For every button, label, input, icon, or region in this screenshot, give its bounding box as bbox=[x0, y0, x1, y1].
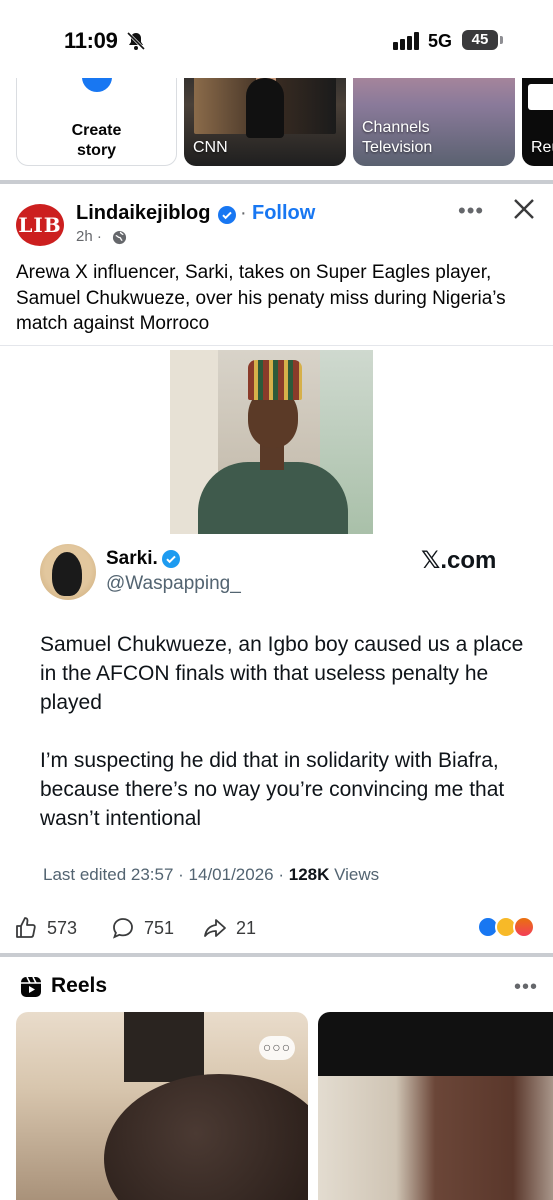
post-more-button[interactable]: ••• bbox=[458, 198, 484, 224]
tweet-timestamp: Last edited 23:57 · 14/01/2026 · bbox=[43, 865, 289, 884]
reel-thumbnail-subject bbox=[104, 1074, 308, 1200]
photo-person-cap bbox=[248, 360, 302, 400]
post-time: 2h · bbox=[76, 228, 102, 245]
image-top-border bbox=[0, 345, 553, 346]
tweet-handle: @Waspapping_ bbox=[106, 573, 241, 594]
page-name[interactable]: Lindaikejiblog bbox=[76, 202, 210, 225]
create-story-label: Create story bbox=[71, 122, 122, 159]
story-name: Channels Television bbox=[362, 119, 433, 156]
tweet-views-count: 128K bbox=[288, 865, 330, 884]
network-type: 5G bbox=[428, 31, 453, 51]
feed-divider bbox=[0, 953, 553, 957]
create-story-card[interactable]: Create story bbox=[16, 78, 177, 166]
reel-card[interactable]: ○○○ bbox=[16, 1012, 308, 1200]
comment-icon bbox=[112, 918, 133, 939]
story-person-body bbox=[246, 78, 284, 138]
reels-title: Reels bbox=[51, 974, 108, 997]
story-name: Reu bbox=[531, 139, 553, 156]
status-time: 11:09 bbox=[64, 28, 118, 53]
thumbs-up-icon bbox=[16, 917, 36, 938]
bell-slash-icon bbox=[126, 31, 146, 51]
share-icon bbox=[204, 919, 226, 937]
reel-card[interactable] bbox=[318, 1012, 553, 1200]
tweet-views-label: Views bbox=[329, 865, 380, 884]
reel-thumbnail bbox=[124, 1012, 204, 1082]
story-name: CNN bbox=[193, 139, 228, 156]
comment-count: 751 bbox=[144, 918, 175, 938]
post-actions-bar: 573 751 21 bbox=[0, 908, 553, 948]
tweet-paragraph: Samuel Chukwueze, an Igbo boy caused us … bbox=[40, 633, 524, 714]
reels-icon bbox=[21, 976, 41, 997]
battery-icon: 45 bbox=[462, 30, 503, 50]
tweet-meta: Last edited 23:57 · 14/01/2026 · 128K Vi… bbox=[43, 865, 379, 885]
verified-badge-icon bbox=[218, 206, 236, 224]
post-caption: Arewa X influencer, Sarki, takes on Supe… bbox=[16, 262, 506, 334]
reel-thumbnail bbox=[318, 1076, 553, 1200]
signal-icon bbox=[393, 32, 419, 50]
angry-reaction-icon bbox=[513, 916, 535, 938]
story-channels-television[interactable]: Channels Television bbox=[353, 78, 515, 166]
story-cnn[interactable]: CNN bbox=[184, 78, 346, 166]
feed-divider bbox=[0, 180, 553, 184]
reel-more-button[interactable]: ○○○ bbox=[259, 1036, 295, 1060]
avatar-silhouette bbox=[52, 552, 82, 596]
follow-button[interactable]: Follow bbox=[252, 202, 315, 225]
close-icon[interactable] bbox=[513, 198, 535, 220]
x-logo-text: 𝕏.com bbox=[421, 547, 497, 574]
photo-person-body bbox=[198, 462, 348, 534]
separator-dot: · bbox=[240, 202, 247, 224]
post-photo[interactable] bbox=[170, 350, 373, 534]
tweet-paragraph: I’m suspecting he did that in solidarity… bbox=[40, 749, 505, 830]
share-count: 21 bbox=[236, 918, 257, 938]
story-thumbnail bbox=[528, 84, 553, 110]
story-reuters[interactable]: Reu bbox=[522, 78, 553, 166]
stories-tray: Create story CNN Channels Television Reu bbox=[0, 78, 553, 170]
reels-header: Reels ••• bbox=[0, 960, 553, 1008]
reaction-summary[interactable] bbox=[477, 916, 539, 940]
tweet-author-name: Sarki. bbox=[106, 548, 158, 569]
reels-more-button[interactable]: ••• bbox=[514, 976, 538, 999]
plus-icon bbox=[79, 78, 115, 95]
verified-badge-icon bbox=[162, 550, 180, 568]
like-count: 573 bbox=[47, 918, 78, 938]
status-bar: 11:09 5G 45 bbox=[0, 0, 553, 78]
page-avatar[interactable]: LIB bbox=[16, 204, 64, 246]
tweet-avatar bbox=[40, 544, 96, 600]
globe-icon bbox=[112, 230, 127, 245]
